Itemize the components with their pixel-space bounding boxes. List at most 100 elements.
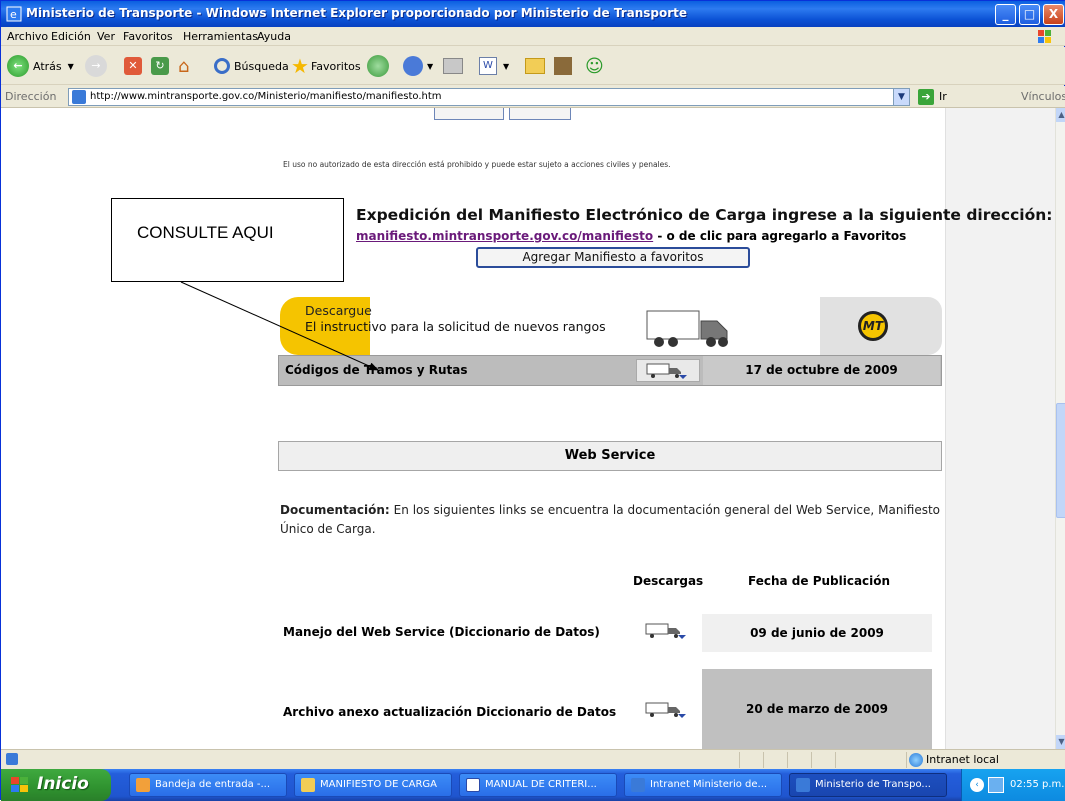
ie-icon (631, 778, 645, 792)
messenger-button[interactable]: ☺ (585, 54, 604, 78)
close-button[interactable]: X (1043, 4, 1064, 25)
title-bar[interactable]: e Ministerio de Transporte - Windows Int… (1, 1, 1065, 27)
stop-button[interactable]: ✕ (124, 54, 142, 78)
table-row: Archivo anexo actualización Diccionario … (280, 669, 942, 749)
menu-favoritos[interactable]: Favoritos (123, 30, 173, 43)
maximize-button[interactable]: □ (1019, 4, 1040, 25)
codes-date-cell: 17 de octubre de 2009 (703, 356, 940, 385)
stop-icon: ✕ (124, 57, 142, 75)
history-button[interactable] (367, 54, 389, 78)
history-icon (367, 55, 389, 77)
go-arrow-icon: ➔ (921, 90, 931, 103)
menu-ver[interactable]: Ver (97, 30, 115, 43)
status-divider (763, 752, 764, 768)
ie-icon (796, 778, 810, 792)
print-button[interactable] (443, 54, 463, 78)
mt-logo: MT (858, 311, 888, 341)
form-button-partial[interactable] (434, 108, 504, 120)
scroll-thumb[interactable] (1056, 403, 1065, 518)
menu-edicion[interactable]: Edición (51, 30, 91, 43)
documentation-text: Documentación: En los siguientes links s… (280, 501, 940, 539)
row-download-button[interactable] (636, 620, 698, 644)
research-icon (554, 57, 572, 75)
folder-button[interactable] (525, 54, 545, 78)
menu-bar: Archivo Edición Ver Favoritos Herramient… (1, 27, 1065, 46)
menu-herramientas[interactable]: Herramientas (183, 30, 258, 43)
web-service-header: Web Service (278, 441, 942, 471)
back-arrow-icon: ← (7, 55, 29, 77)
codes-download-button[interactable] (636, 359, 700, 382)
minimize-button[interactable]: _ (995, 4, 1016, 25)
favorites-label: Favoritos (310, 59, 361, 73)
scroll-up-button[interactable]: ▲ (1056, 108, 1065, 122)
folder-icon (525, 58, 545, 74)
row-date: 09 de junio de 2009 (702, 614, 932, 652)
taskbar-item-folder[interactable]: MANIFIESTO DE CARGA (294, 773, 452, 797)
browser-window: e Ministerio de Transporte - Windows Int… (0, 0, 1065, 801)
row-date: 20 de marzo de 2009 (702, 669, 932, 749)
system-tray: ‹ 02:55 p.m. (961, 769, 1065, 801)
taskbar-item-word[interactable]: MANUAL DE CRITERI... (459, 773, 617, 797)
edit-button[interactable]: W ▼ (479, 54, 509, 78)
star-icon: ★ (291, 54, 309, 78)
row-label: Manejo del Web Service (Diccionario de D… (283, 625, 600, 639)
column-publication-date: Fecha de Publicación (748, 574, 891, 588)
address-dropdown-button[interactable]: ▼ (893, 89, 909, 105)
printer-icon (443, 58, 463, 74)
vertical-scrollbar[interactable]: ▲ ▼ (1055, 108, 1065, 749)
scroll-down-button[interactable]: ▼ (1056, 735, 1065, 749)
forward-button[interactable]: → (85, 54, 107, 78)
research-button[interactable] (554, 54, 572, 78)
links-label[interactable]: Vínculos (1021, 90, 1065, 103)
taskbar-item-ministerio[interactable]: Ministerio de Transpo... (789, 773, 947, 797)
outlook-icon (136, 778, 150, 792)
row-download-button[interactable] (636, 699, 698, 723)
truck-download-icon (646, 363, 687, 379)
word-icon (466, 778, 480, 792)
status-divider (739, 752, 740, 768)
column-downloads: Descargas (633, 574, 704, 588)
toolbar: ← Atrás ▼ → ✕ ↻ ⌂ Búsqueda ★ Favoritos ▼… (1, 47, 1065, 85)
search-button[interactable]: Búsqueda (214, 54, 289, 78)
search-icon (214, 58, 230, 74)
refresh-button[interactable]: ↻ (151, 54, 169, 78)
form-button-partial-2[interactable] (509, 108, 571, 120)
go-button[interactable]: ➔ (918, 89, 934, 105)
home-button[interactable]: ⌂ (178, 54, 189, 78)
favorites-button[interactable]: ★ Favoritos (291, 54, 361, 78)
address-bar: Dirección http://www.mintransporte.gov.c… (1, 86, 1065, 108)
menu-archivo[interactable]: Archivo (7, 30, 48, 43)
add-favorites-button[interactable]: Agregar Manifiesto a favoritos (476, 247, 750, 268)
expedition-suffix: - o de clic para agregarlo a Favoritos (653, 229, 907, 243)
manifiesto-link[interactable]: manifiesto.mintransporte.gov.co/manifies… (356, 229, 653, 243)
codes-date: 17 de octubre de 2009 (745, 363, 898, 377)
task-label: Ministerio de Transpo... (815, 779, 931, 790)
menu-ayuda[interactable]: Ayuda (257, 30, 291, 43)
download-banner[interactable]: Descargue El instructivo para la solicit… (280, 297, 942, 355)
taskbar-item-outlook[interactable]: Bandeja de entrada -... (129, 773, 287, 797)
svg-text:e: e (10, 8, 17, 21)
task-label: MANUAL DE CRITERI... (485, 779, 597, 790)
chevron-down-icon: ▼ (67, 61, 74, 71)
back-button[interactable]: ← Atrás ▼ (7, 54, 74, 78)
network-icon[interactable] (988, 777, 1004, 793)
taskbar-item-intranet[interactable]: Intranet Ministerio de... (624, 773, 782, 797)
legal-warning: El uso no autorizado de esta dirección e… (283, 160, 671, 169)
status-divider (906, 752, 907, 768)
tray-chevron-icon[interactable]: ‹ (970, 778, 984, 792)
window-title: Ministerio de Transporte - Windows Inter… (26, 6, 688, 20)
edit-chevron-icon: ▼ (503, 61, 510, 71)
task-label: Intranet Ministerio de... (650, 779, 768, 790)
address-input[interactable]: http://www.mintransporte.gov.co/Minister… (68, 88, 910, 106)
codes-label: Códigos de Tramos y Rutas (285, 363, 468, 377)
start-button[interactable]: Inicio (1, 769, 111, 801)
address-url: http://www.mintransporte.gov.co/Minister… (90, 91, 442, 102)
mail-chevron-icon: ▼ (427, 61, 434, 71)
go-label[interactable]: Ir (939, 90, 947, 103)
intranet-icon (909, 753, 923, 767)
truck-download-icon (645, 623, 686, 639)
page-status-icon (6, 753, 18, 765)
refresh-icon: ↻ (151, 57, 169, 75)
documentation-label: Documentación: (280, 503, 390, 517)
mail-button[interactable]: ▼ (403, 54, 433, 78)
